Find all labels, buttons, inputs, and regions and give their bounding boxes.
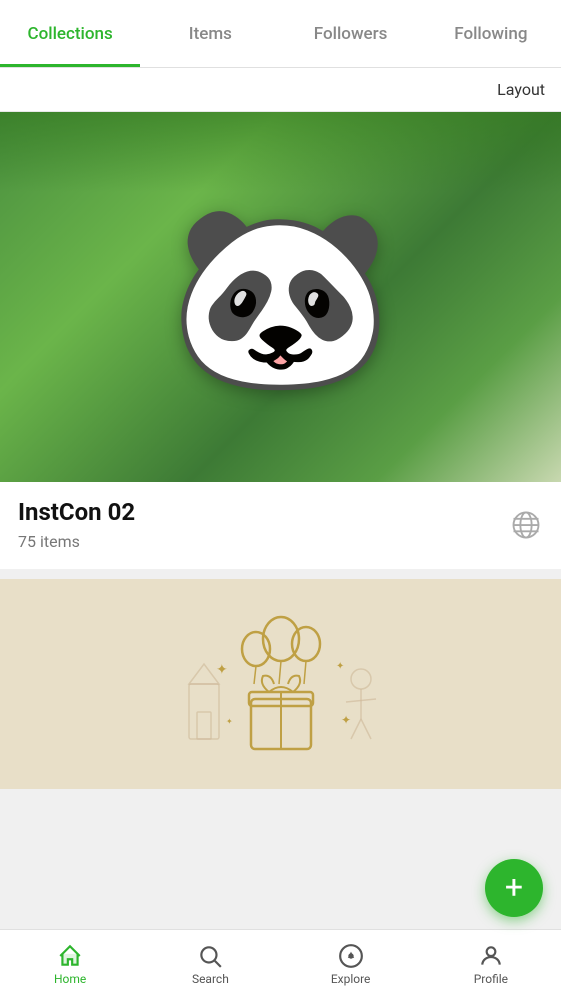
svg-text:✦: ✦: [216, 662, 228, 678]
nav-item-home[interactable]: Home: [0, 930, 140, 999]
nav-item-profile[interactable]: Profile: [421, 930, 561, 999]
home-icon: [57, 943, 83, 969]
globe-icon[interactable]: [511, 510, 543, 542]
tab-followers[interactable]: Followers: [281, 0, 421, 67]
nav-label-search: Search: [192, 972, 229, 986]
card-info-1: InstCon 02 75 items: [0, 482, 561, 569]
svg-text:✦: ✦: [336, 661, 344, 672]
tab-items[interactable]: Items: [140, 0, 280, 67]
collections-content: InstCon 02 75 items: [0, 112, 561, 929]
bottom-nav: Home Search Explore Profile: [0, 929, 561, 999]
card-title-1: InstCon 02: [18, 498, 543, 526]
nav-item-explore[interactable]: Explore: [281, 930, 421, 999]
tab-following[interactable]: Following: [421, 0, 561, 67]
add-button[interactable]: +: [485, 859, 543, 917]
collection-drawing: ✦ ✦ ✦ ✦: [0, 579, 561, 789]
collection-image-1: [0, 112, 561, 482]
collection-image-2: ✦ ✦ ✦ ✦: [0, 579, 561, 789]
svg-text:✦: ✦: [341, 713, 351, 727]
nav-label-home: Home: [54, 972, 86, 986]
tab-bar: Collections Items Followers Following: [0, 0, 561, 68]
tab-collections[interactable]: Collections: [0, 0, 140, 67]
nav-item-search[interactable]: Search: [140, 930, 280, 999]
svg-text:✦: ✦: [226, 717, 233, 726]
search-icon: [197, 943, 223, 969]
collection-card-2[interactable]: ✦ ✦ ✦ ✦: [0, 579, 561, 789]
nav-label-profile: Profile: [474, 972, 508, 986]
add-icon: +: [505, 871, 523, 903]
collection-card-1[interactable]: InstCon 02 75 items: [0, 112, 561, 569]
nav-label-explore: Explore: [331, 972, 371, 986]
layout-bar: Layout: [0, 68, 561, 112]
card-subtitle-1: 75 items: [18, 532, 543, 551]
explore-icon: [338, 943, 364, 969]
profile-icon: [478, 943, 504, 969]
layout-button[interactable]: Layout: [497, 80, 545, 99]
